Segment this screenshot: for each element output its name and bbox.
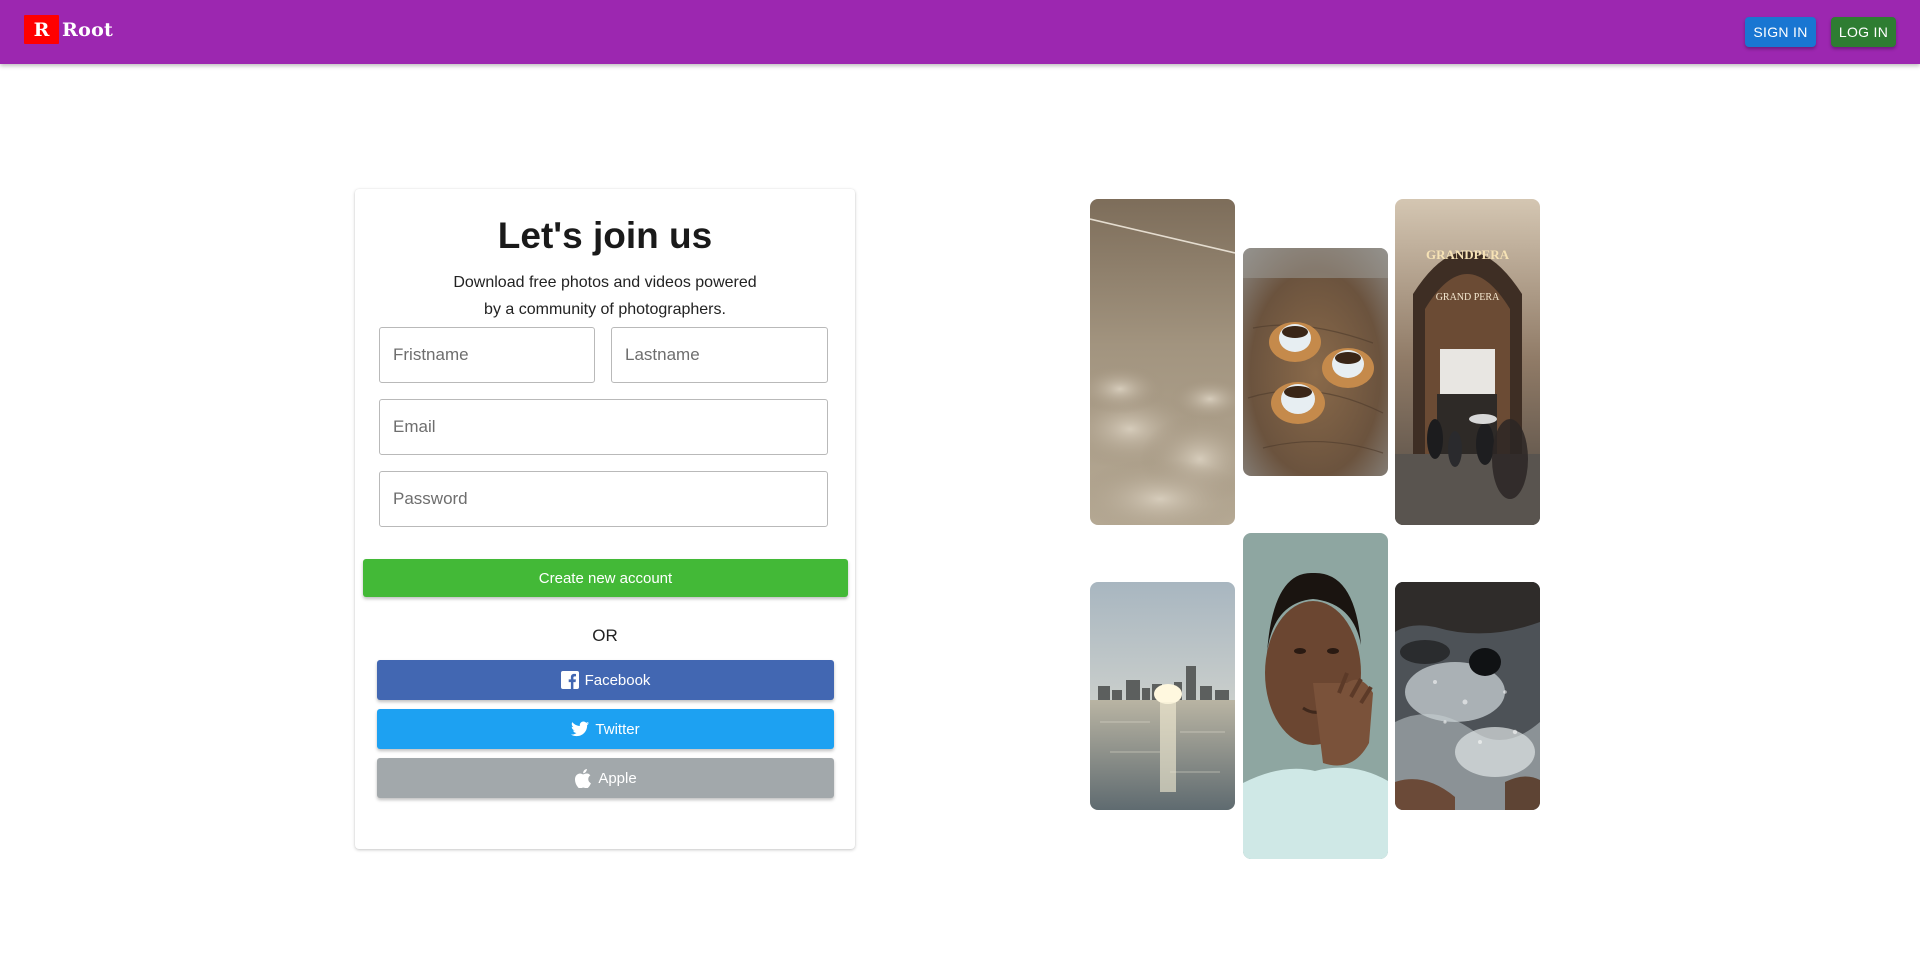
top-app-bar: R Root SIGN IN LOG IN — [0, 0, 1920, 64]
logo-mark: R — [24, 15, 59, 44]
apple-label: Apple — [598, 769, 637, 787]
photo-coffee-cups — [1243, 248, 1388, 476]
photo-sky-clouds — [1090, 199, 1235, 525]
signup-subtitle: Download free photos and videos powered … — [355, 269, 855, 323]
facebook-icon — [560, 671, 579, 689]
arcade-sign-text: GRANDPERA — [1426, 247, 1510, 262]
photo-grand-pera-arcade: GRANDPERA GRAND PERA — [1395, 199, 1540, 525]
sign-in-button[interactable]: SIGN IN — [1745, 17, 1816, 47]
signup-title: Let's join us — [497, 215, 713, 256]
signup-card: Let's join us Download free photos and v… — [355, 189, 855, 849]
brand-name: Root — [62, 18, 114, 41]
photo-thoughtful-man — [1243, 533, 1388, 859]
apple-button[interactable]: Apple — [377, 758, 834, 798]
facebook-label: Facebook — [584, 671, 651, 689]
twitter-button[interactable]: Twitter — [377, 709, 834, 749]
password-field[interactable] — [379, 471, 828, 527]
subtitle-line-2: by a community of photographers. — [484, 301, 726, 318]
twitter-label: Twitter — [595, 720, 640, 738]
brand-logo[interactable]: R Root — [24, 15, 113, 44]
subtitle-line-1: Download free photos and videos powered — [453, 274, 757, 291]
arcade-sub-text: GRAND PERA — [1436, 292, 1500, 303]
or-divider: OR — [592, 626, 618, 645]
twitter-icon — [571, 720, 590, 738]
firstname-field[interactable] — [379, 327, 595, 383]
photo-city-waterfront — [1090, 582, 1235, 810]
lastname-field[interactable] — [611, 327, 828, 383]
create-account-button[interactable]: Create new account — [363, 559, 848, 597]
apple-icon — [574, 768, 592, 788]
photo-water-rocks — [1395, 582, 1540, 810]
log-in-button[interactable]: LOG IN — [1831, 17, 1896, 47]
email-field[interactable] — [379, 399, 828, 455]
facebook-button[interactable]: Facebook — [377, 660, 834, 700]
